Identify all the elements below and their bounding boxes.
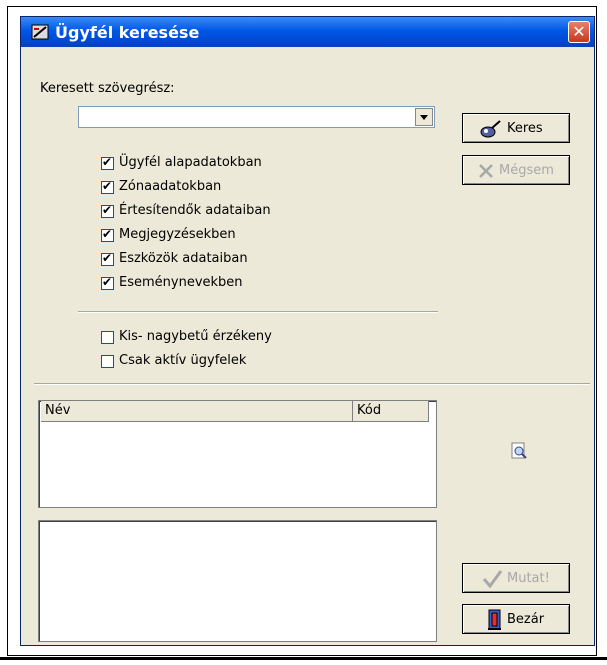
column-header-label: Kód (357, 403, 382, 418)
window-title: Ügyfél keresése (55, 23, 200, 42)
show-button-label: Mutat! (507, 571, 550, 586)
checkbox-case-sensitive[interactable] (101, 331, 114, 344)
checkbox-megjegyzesek[interactable] (101, 227, 114, 242)
exit-door-icon (488, 609, 501, 630)
cancel-x-icon (479, 164, 493, 178)
details-box[interactable] (38, 520, 437, 642)
check-label: Kis- nagybetű érzékeny (119, 329, 272, 344)
check-label: Zónaadatokban (119, 179, 222, 194)
magnifier-icon (511, 442, 527, 459)
section-separator (34, 383, 590, 385)
checkbox-esemenynevek[interactable] (101, 275, 114, 290)
options-separator (78, 311, 438, 313)
check-label: Csak aktív ügyfelek (119, 353, 247, 368)
cancel-button-label: Mégsem (499, 163, 554, 178)
check-label: Eszközök adataiban (119, 251, 248, 266)
show-button[interactable]: Mutat! (462, 563, 570, 593)
results-list[interactable]: Név Kód (38, 400, 437, 508)
close-icon[interactable]: ✕ (568, 21, 590, 43)
chevron-down-icon[interactable] (415, 108, 433, 126)
column-header-label: Név (45, 403, 71, 418)
bottom-border (0, 657, 607, 660)
column-header-name[interactable]: Név (41, 401, 353, 422)
check-label: Ügyfél alapadatokban (119, 155, 262, 170)
checkbox-active-only[interactable] (101, 355, 114, 368)
title-bar: Ügyfél keresése ✕ (21, 17, 594, 47)
search-brush-icon (480, 120, 501, 138)
column-header-code[interactable]: Kód (353, 401, 429, 422)
checkbox-ugyfel-alapadatok[interactable] (101, 155, 114, 170)
search-dialog: Ügyfél keresése ✕ Keresett szövegrész: K… (20, 16, 595, 646)
search-button[interactable]: Keres (462, 113, 570, 143)
search-combobox[interactable] (78, 106, 435, 128)
checkbox-zonaadatok[interactable] (101, 179, 114, 194)
close-button[interactable]: Bezár (462, 604, 570, 634)
checkbox-eszkozok[interactable] (101, 251, 114, 266)
cancel-button[interactable]: Mégsem (462, 155, 570, 185)
window-icon (31, 24, 49, 40)
check-icon (482, 570, 503, 589)
check-label: Értesítendők adataiban (119, 203, 271, 218)
close-button-label: Bezár (507, 612, 545, 627)
search-button-label: Keres (507, 121, 543, 136)
search-label: Keresett szövegrész: (40, 81, 175, 96)
check-label: Eseménynevekben (119, 275, 243, 290)
checkbox-ertesitendok[interactable] (101, 203, 114, 218)
check-label: Megjegyzésekben (119, 227, 236, 242)
